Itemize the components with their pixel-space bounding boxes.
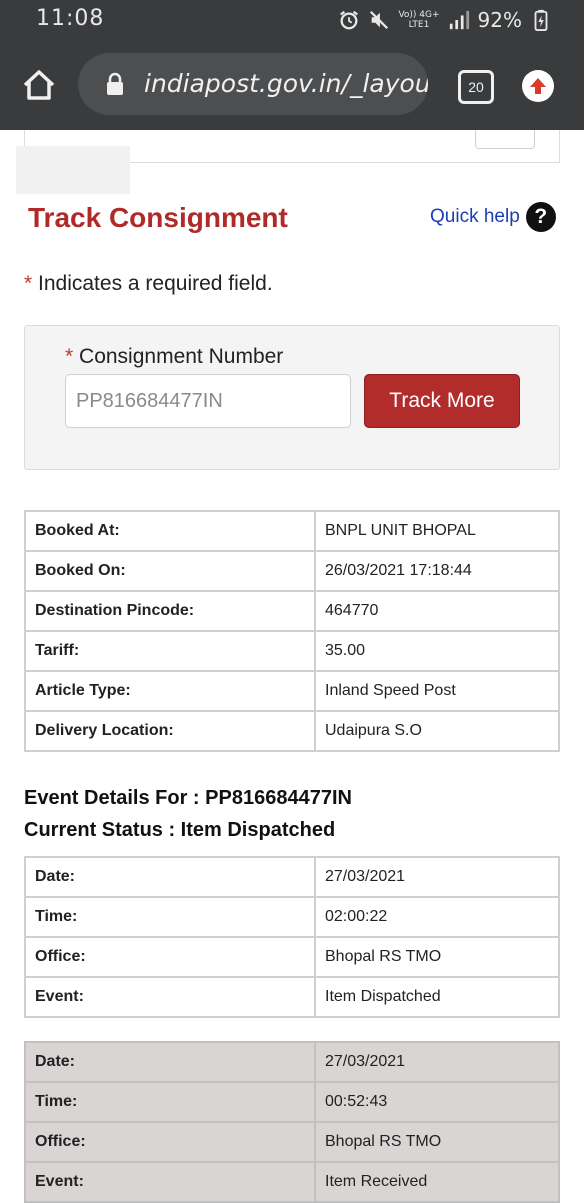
page-title: Track Consignment [28, 202, 288, 233]
row-value: Item Dispatched [314, 976, 560, 1018]
battery-percent: 92% [477, 8, 522, 32]
tabs-icon[interactable]: 20 [458, 70, 494, 104]
booking-details-table: Booked At: BNPL UNIT BHOPAL Booked On: 26/… [24, 510, 560, 752]
row-key: Tariff: [24, 630, 316, 672]
lock-icon [104, 72, 126, 96]
table-row: Delivery Location: Udaipura S.O [24, 710, 560, 752]
event-table: Date: 27/03/2021 Time: 02:00:22 Office: Bho… [24, 856, 560, 1018]
table-row: Office: Bhopal RS TMO [24, 1121, 560, 1163]
row-key: Time: [24, 1081, 316, 1123]
row-value: 35.00 [314, 630, 560, 672]
consignment-label: * Consignment Number [65, 345, 283, 369]
mute-icon [368, 9, 390, 31]
required-star: * [65, 345, 74, 368]
row-key: Date: [24, 856, 316, 898]
row-key: Event: [24, 1161, 316, 1203]
row-value: Inland Speed Post [314, 670, 560, 712]
row-key: Article Type: [24, 670, 316, 712]
row-key: Booked At: [24, 510, 316, 552]
row-value: Udaipura S.O [314, 710, 560, 752]
table-row: Tariff: 35.00 [24, 630, 560, 672]
row-value: 27/03/2021 [314, 856, 560, 898]
track-more-button[interactable]: Track More [364, 374, 520, 428]
row-key: Booked On: [24, 550, 316, 592]
quick-help-link[interactable]: Quick help ? [430, 202, 556, 232]
table-row: Event: Item Received [24, 1161, 560, 1203]
quick-help-label: Quick help [430, 206, 520, 227]
consignment-label-text: Consignment Number [79, 345, 284, 368]
current-status-heading: Current Status : Item Dispatched [24, 819, 336, 841]
row-key: Office: [24, 1121, 316, 1163]
row-value: 27/03/2021 [314, 1041, 560, 1083]
tab-count: 20 [468, 79, 484, 95]
row-value: Item Received [314, 1161, 560, 1203]
table-row: Office: Bhopal RS TMO [24, 936, 560, 978]
row-value: BNPL UNIT BHOPAL [314, 510, 560, 552]
row-key: Time: [24, 896, 316, 938]
row-value: 26/03/2021 17:18:44 [314, 550, 560, 592]
table-row: Time: 00:52:43 [24, 1081, 560, 1123]
table-row: Destination Pincode: 464770 [24, 590, 560, 632]
help-icon[interactable]: ? [525, 202, 556, 232]
consignment-number-input[interactable] [65, 374, 351, 428]
row-value: 02:00:22 [314, 896, 560, 938]
table-row: Booked At: BNPL UNIT BHOPAL [24, 510, 560, 552]
status-bar: 11:08 Vo)) 4G+ LTE1 92% [0, 0, 584, 40]
url-text: indiapost.gov.in/_layouts [144, 69, 428, 98]
address-bar[interactable]: indiapost.gov.in/_layouts [78, 53, 428, 115]
table-row: Date: 27/03/2021 [24, 1041, 560, 1083]
row-key: Date: [24, 1041, 316, 1083]
table-row: Time: 02:00:22 [24, 896, 560, 938]
row-key: Delivery Location: [24, 710, 316, 752]
row-key: Office: [24, 936, 316, 978]
required-star: * [24, 272, 33, 295]
signal-icon [448, 9, 470, 31]
network-indicator: Vo)) 4G+ LTE1 [398, 10, 440, 30]
home-icon[interactable] [20, 66, 58, 104]
table-row: Date: 27/03/2021 [24, 856, 560, 898]
event-table: Date: 27/03/2021 Time: 00:52:43 Office: Bho… [24, 1041, 560, 1203]
gray-placeholder [16, 146, 130, 194]
status-icons: Vo)) 4G+ LTE1 92% [338, 8, 552, 32]
row-value: 00:52:43 [314, 1081, 560, 1123]
status-time: 11:08 [36, 6, 105, 31]
required-note: * Indicates a required field. [24, 272, 273, 296]
table-row: Event: Item Dispatched [24, 976, 560, 1018]
battery-icon [530, 9, 552, 31]
row-key: Destination Pincode: [24, 590, 316, 632]
required-note-text: Indicates a required field. [32, 272, 273, 295]
table-row: Booked On: 26/03/2021 17:18:44 [24, 550, 560, 592]
clipped-button[interactable] [475, 130, 535, 149]
event-details-heading: Event Details For : PP816684477IN [24, 787, 352, 809]
row-value: Bhopal RS TMO [314, 936, 560, 978]
row-value: Bhopal RS TMO [314, 1121, 560, 1163]
update-icon[interactable] [522, 70, 554, 102]
search-form: * Consignment Number Track More [24, 325, 560, 470]
table-row: Article Type: Inland Speed Post [24, 670, 560, 712]
browser-toolbar: indiapost.gov.in/_layouts 20 [0, 40, 584, 130]
row-value: 464770 [314, 590, 560, 632]
alarm-icon [338, 9, 360, 31]
row-key: Event: [24, 976, 316, 1018]
